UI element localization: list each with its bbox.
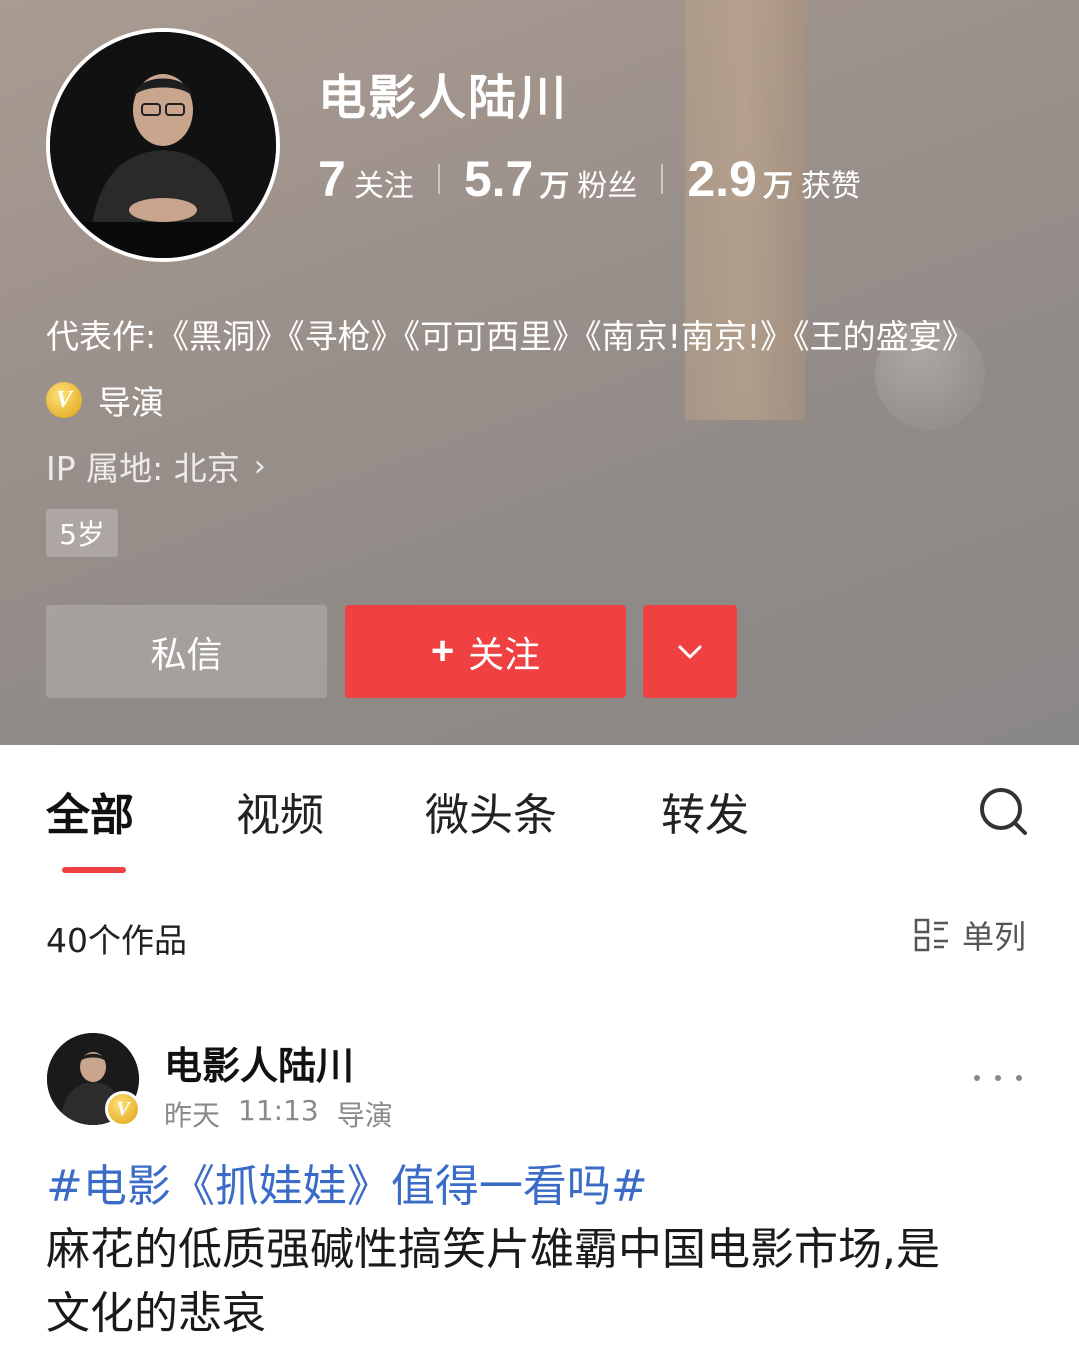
stat-divider bbox=[661, 164, 664, 194]
account-age-tag: 5岁 bbox=[46, 509, 118, 557]
ip-location-text: IP 属地: 北京 bbox=[46, 449, 240, 488]
view-toggle-button[interactable]: 单列 bbox=[914, 912, 1026, 958]
view-toggle-label: 单列 bbox=[962, 918, 1027, 956]
post-topic-link[interactable]: #电影《抓娃娃》值得一看吗# bbox=[46, 1150, 648, 1214]
profile-header: 电影人陆川 7 关注 5.7 万 粉丝 2.9 万 获赞 代表作:《黑洞》《寻枪… bbox=[0, 0, 1079, 745]
works-count-row: 40个作品 单列 bbox=[0, 900, 1079, 970]
stat-number: 2.9 bbox=[687, 151, 757, 207]
follow-options-button[interactable] bbox=[643, 605, 737, 698]
more-dots-icon bbox=[995, 1075, 1001, 1081]
verification-label: 导演 bbox=[98, 383, 164, 422]
post-date: 昨天 bbox=[164, 1099, 221, 1132]
follow-label: 关注 bbox=[468, 633, 541, 675]
verified-v-icon: V bbox=[46, 382, 82, 418]
profile-stats: 7 关注 5.7 万 粉丝 2.9 万 获赞 bbox=[318, 150, 861, 208]
search-button[interactable] bbox=[975, 783, 1031, 839]
stat-likes[interactable]: 2.9 万 获赞 bbox=[687, 150, 861, 208]
more-dots-icon bbox=[1016, 1075, 1022, 1081]
works-count: 40个作品 bbox=[46, 921, 187, 960]
stat-number: 5.7 bbox=[463, 151, 534, 207]
tab-video[interactable]: 视频 bbox=[236, 779, 324, 843]
stat-unit: 万 bbox=[539, 169, 570, 204]
message-button[interactable]: 私信 bbox=[46, 605, 327, 698]
post-time: 11:13 bbox=[238, 1094, 319, 1127]
ip-location[interactable]: IP 属地: 北京 › bbox=[46, 442, 266, 490]
follow-button[interactable]: + 关注 bbox=[345, 605, 626, 698]
representative-works: 代表作:《黑洞》《寻枪》《可可西里》《南京!南京!》《王的盛宴》 bbox=[46, 317, 975, 356]
profile-name: 电影人陆川 bbox=[318, 70, 569, 126]
active-tab-indicator bbox=[62, 867, 126, 873]
stat-label: 粉丝 bbox=[577, 169, 638, 204]
tab-all[interactable]: 全部 bbox=[46, 779, 134, 843]
stat-number: 7 bbox=[318, 151, 346, 207]
avatar-photo bbox=[50, 32, 276, 258]
post-author-role: 导演 bbox=[336, 1099, 393, 1132]
profile-avatar[interactable] bbox=[46, 28, 280, 262]
stat-following[interactable]: 7 关注 bbox=[318, 150, 414, 208]
stat-unit: 万 bbox=[762, 169, 793, 204]
verified-v-icon: V bbox=[105, 1091, 141, 1127]
post-author-name[interactable]: 电影人陆川 bbox=[164, 1035, 354, 1090]
post-body-text: 麻花的低质强碱性搞笑片雄霸中国电影市场,是文化的悲哀 bbox=[46, 1224, 940, 1339]
chevron-down-icon bbox=[678, 645, 702, 658]
stat-label: 关注 bbox=[353, 169, 414, 204]
post-author-avatar[interactable]: V bbox=[47, 1033, 141, 1127]
post-meta: 昨天 11:13 导演 bbox=[164, 1094, 393, 1134]
content-tabs: 全部 视频 微头条 转发 bbox=[0, 745, 1079, 875]
verification-row: V 导演 bbox=[46, 376, 164, 424]
post-more-button[interactable] bbox=[974, 1058, 1022, 1098]
tab-micro-headlines[interactable]: 微头条 bbox=[425, 779, 557, 843]
tab-reposts[interactable]: 转发 bbox=[661, 779, 749, 843]
plus-icon: + bbox=[430, 629, 455, 673]
list-view-icon bbox=[914, 918, 948, 952]
stat-divider bbox=[437, 164, 440, 194]
stat-followers[interactable]: 5.7 万 粉丝 bbox=[464, 150, 638, 208]
chevron-right-icon: › bbox=[253, 448, 266, 484]
search-icon bbox=[980, 788, 1027, 835]
more-dots-icon bbox=[974, 1075, 980, 1081]
stat-label: 获赞 bbox=[800, 169, 861, 204]
